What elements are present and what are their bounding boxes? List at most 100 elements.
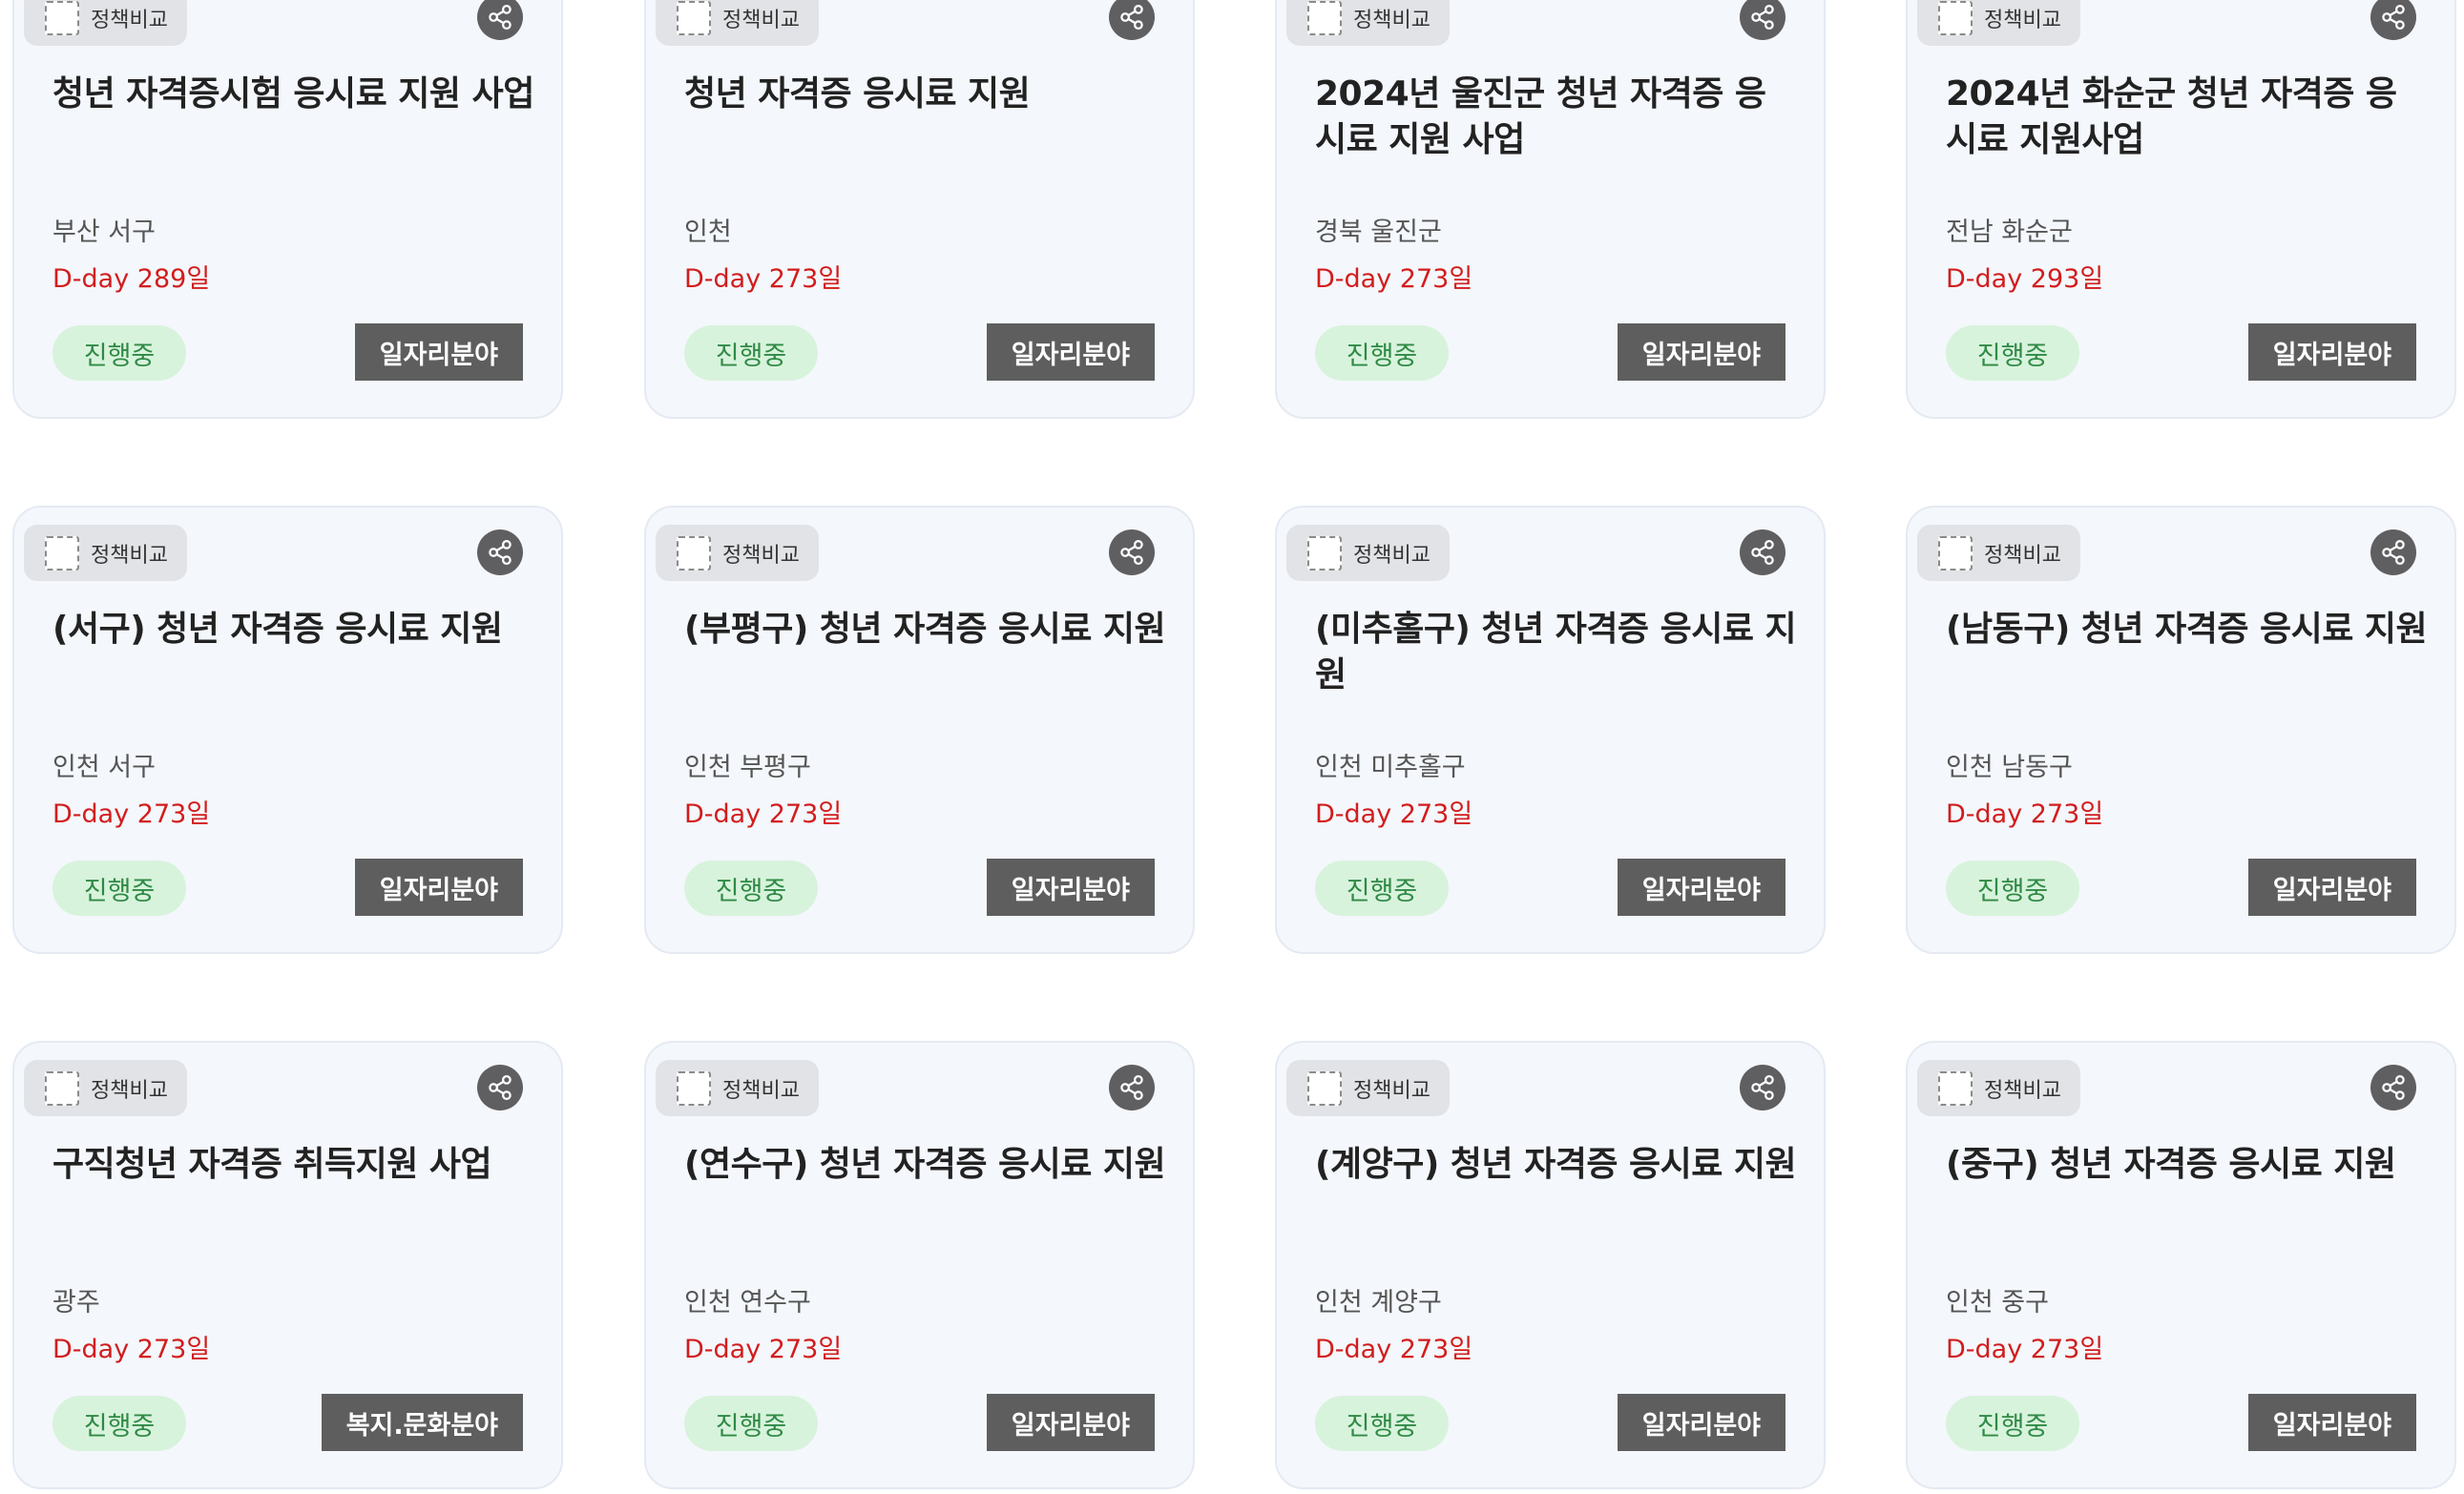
field-tag[interactable]: 일자리분야 (1617, 323, 1785, 381)
status-badge: 진행중 (52, 1396, 186, 1451)
field-tag[interactable]: 일자리분야 (986, 1394, 1155, 1451)
policy-title[interactable]: (서구) 청년 자격증 응시료 지원 (52, 607, 534, 653)
policy-card[interactable]: 정책비교 2024년 울진군 청년 자격증 응시료 지원 사업 경북 울진군 D… (1275, 0, 1826, 419)
share-button[interactable] (477, 1065, 523, 1110)
policy-card[interactable]: 정책비교 (계양구) 청년 자격증 응시료 지원 인천 계양구 D-day 27… (1275, 1041, 1826, 1489)
compare-label: 정책비교 (1353, 1078, 1430, 1103)
share-button[interactable] (1109, 1065, 1155, 1110)
status-badge: 진행중 (684, 861, 818, 916)
status-badge: 진행중 (52, 325, 186, 381)
share-icon (1120, 540, 1143, 565)
share-icon (1120, 5, 1143, 30)
policy-title[interactable]: (계양구) 청년 자격증 응시료 지원 (1315, 1142, 1797, 1188)
policy-region: 인천 계양구 (1315, 1288, 1442, 1318)
policy-card[interactable]: 정책비교 청년 자격증 응시료 지원 인천 D-day 273일 진행중 일자리… (644, 0, 1195, 419)
checkbox-icon[interactable] (1938, 0, 1973, 35)
status-badge: 진행중 (1315, 1396, 1449, 1451)
policy-card[interactable]: 정책비교 2024년 화순군 청년 자격증 응시료 지원사업 전남 화순군 D-… (1906, 0, 2456, 419)
compare-label: 정책비교 (91, 8, 168, 32)
compare-toggle[interactable]: 정책비교 (1286, 0, 1450, 46)
share-button[interactable] (2370, 529, 2416, 575)
policy-title[interactable]: (부평구) 청년 자격증 응시료 지원 (684, 607, 1166, 653)
checkbox-icon[interactable] (45, 535, 79, 571)
share-button[interactable] (1740, 0, 1785, 40)
policy-card[interactable]: 정책비교 (부평구) 청년 자격증 응시료 지원 인천 부평구 D-day 27… (644, 506, 1195, 954)
policy-dday: D-day 293일 (1946, 264, 2104, 294)
share-icon (2382, 5, 2405, 30)
field-tag[interactable]: 복지.문화분야 (321, 1394, 523, 1451)
checkbox-icon[interactable] (1938, 1070, 1973, 1106)
share-button[interactable] (477, 529, 523, 575)
field-tag[interactable]: 일자리분야 (2247, 1394, 2416, 1451)
compare-label: 정책비교 (91, 1078, 168, 1103)
policy-title[interactable]: 청년 자격증 응시료 지원 (684, 72, 1166, 117)
field-tag[interactable]: 일자리분야 (2247, 859, 2416, 916)
status-badge: 진행중 (1315, 325, 1449, 381)
policy-card[interactable]: 정책비교 (서구) 청년 자격증 응시료 지원 인천 서구 D-day 273일… (12, 506, 563, 954)
policy-card[interactable]: 정책비교 구직청년 자격증 취득지원 사업 광주 D-day 273일 진행중 … (12, 1041, 563, 1489)
policy-title[interactable]: (미추홀구) 청년 자격증 응시료 지원 (1315, 607, 1797, 698)
compare-label: 정책비교 (1353, 8, 1430, 32)
compare-toggle[interactable]: 정책비교 (1917, 525, 2080, 581)
compare-toggle[interactable]: 정책비교 (24, 525, 187, 581)
field-tag[interactable]: 일자리분야 (2247, 323, 2416, 381)
checkbox-icon[interactable] (677, 0, 711, 35)
policy-title[interactable]: 구직청년 자격증 취득지원 사업 (52, 1142, 534, 1188)
share-button[interactable] (1109, 0, 1155, 40)
compare-toggle[interactable]: 정책비교 (24, 1060, 187, 1116)
policy-title[interactable]: (연수구) 청년 자격증 응시료 지원 (684, 1142, 1166, 1188)
field-tag[interactable]: 일자리분야 (986, 859, 1155, 916)
policy-card[interactable]: 정책비교 청년 자격증시험 응시료 지원 사업 부산 서구 D-day 289일… (12, 0, 563, 419)
share-icon (489, 5, 512, 30)
policy-region: 인천 부평구 (684, 753, 811, 782)
checkbox-icon[interactable] (1307, 535, 1342, 571)
checkbox-icon[interactable] (677, 1070, 711, 1106)
checkbox-icon[interactable] (677, 535, 711, 571)
policy-title[interactable]: 2024년 화순군 청년 자격증 응시료 지원사업 (1946, 72, 2428, 163)
status-badge: 진행중 (1315, 861, 1449, 916)
field-tag[interactable]: 일자리분야 (1617, 859, 1785, 916)
compare-toggle[interactable]: 정책비교 (656, 525, 819, 581)
policy-dday: D-day 273일 (684, 799, 843, 829)
compare-label: 정책비교 (1353, 543, 1430, 568)
share-button[interactable] (1109, 529, 1155, 575)
policy-card[interactable]: 정책비교 (남동구) 청년 자격증 응시료 지원 인천 남동구 D-day 27… (1906, 506, 2456, 954)
share-button[interactable] (2370, 0, 2416, 40)
policy-dday: D-day 273일 (52, 799, 211, 829)
policy-card-grid: 정책비교 청년 자격증시험 응시료 지원 사업 부산 서구 D-day 289일… (0, 0, 2464, 1494)
checkbox-icon[interactable] (45, 1070, 79, 1106)
compare-toggle[interactable]: 정책비교 (1917, 1060, 2080, 1116)
policy-title[interactable]: (남동구) 청년 자격증 응시료 지원 (1946, 607, 2428, 653)
compare-toggle[interactable]: 정책비교 (24, 0, 187, 46)
compare-toggle[interactable]: 정책비교 (1286, 1060, 1450, 1116)
field-tag[interactable]: 일자리분야 (1617, 1394, 1785, 1451)
share-button[interactable] (2370, 1065, 2416, 1110)
share-button[interactable] (1740, 1065, 1785, 1110)
checkbox-icon[interactable] (45, 0, 79, 35)
policy-card[interactable]: 정책비교 (중구) 청년 자격증 응시료 지원 인천 중구 D-day 273일… (1906, 1041, 2456, 1489)
status-badge: 진행중 (1946, 325, 2079, 381)
checkbox-icon[interactable] (1307, 0, 1342, 35)
policy-title[interactable]: 청년 자격증시험 응시료 지원 사업 (52, 72, 534, 117)
field-tag[interactable]: 일자리분야 (354, 323, 523, 381)
compare-toggle[interactable]: 정책비교 (656, 1060, 819, 1116)
policy-card[interactable]: 정책비교 (미추홀구) 청년 자격증 응시료 지원 인천 미추홀구 D-day … (1275, 506, 1826, 954)
policy-title[interactable]: 2024년 울진군 청년 자격증 응시료 지원 사업 (1315, 72, 1797, 163)
share-button[interactable] (1740, 529, 1785, 575)
field-tag[interactable]: 일자리분야 (986, 323, 1155, 381)
field-tag[interactable]: 일자리분야 (354, 859, 523, 916)
checkbox-icon[interactable] (1307, 1070, 1342, 1106)
policy-title[interactable]: (중구) 청년 자격증 응시료 지원 (1946, 1142, 2428, 1188)
compare-label: 정책비교 (91, 543, 168, 568)
policy-card[interactable]: 정책비교 (연수구) 청년 자격증 응시료 지원 인천 연수구 D-day 27… (644, 1041, 1195, 1489)
share-icon (2382, 540, 2405, 565)
status-badge: 진행중 (1946, 861, 2079, 916)
compare-toggle[interactable]: 정책비교 (656, 0, 819, 46)
policy-dday: D-day 273일 (1946, 1335, 2104, 1364)
compare-toggle[interactable]: 정책비교 (1917, 0, 2080, 46)
policy-dday: D-day 273일 (1315, 799, 1473, 829)
compare-toggle[interactable]: 정책비교 (1286, 525, 1450, 581)
share-button[interactable] (477, 0, 523, 40)
share-icon (1120, 1075, 1143, 1100)
checkbox-icon[interactable] (1938, 535, 1973, 571)
